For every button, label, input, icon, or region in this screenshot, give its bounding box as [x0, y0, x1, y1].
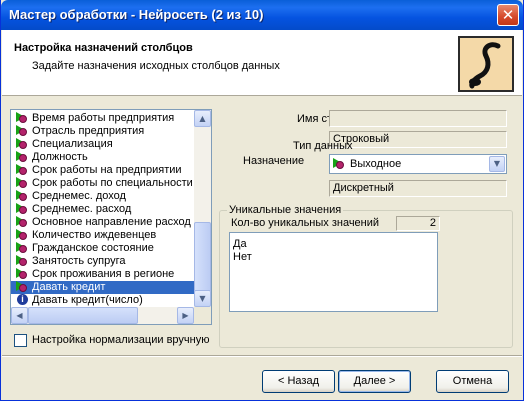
input-icon [16, 164, 30, 176]
chevron-down-icon[interactable]: ▼ [489, 156, 505, 172]
normalization-checkbox[interactable] [14, 334, 27, 347]
header-panel: Настройка назначений столбцов Задайте на… [2, 30, 522, 96]
input-icon [16, 151, 30, 163]
input-icon [16, 242, 30, 254]
input-icon [16, 216, 30, 228]
column-list-item[interactable]: Основное направление расход [11, 216, 197, 229]
column-list-item-label: Среднемес. доход [32, 190, 126, 202]
input-icon [16, 268, 30, 280]
column-list-item[interactable]: Срок работы на предприятии [11, 164, 197, 177]
scroll-up-icon[interactable]: ▲ [194, 110, 211, 127]
scroll-left-icon[interactable]: ◀ [11, 307, 28, 324]
column-list-item-label: Среднемес. расход [32, 203, 132, 215]
step-title: Настройка назначений столбцов [14, 42, 193, 54]
step-subtitle: Задайте назначения исходных столбцов дан… [32, 60, 280, 72]
column-list-item[interactable]: Среднемес. расход [11, 203, 197, 216]
column-list-item-label: Количество иждевенцев [32, 229, 157, 241]
cancel-button[interactable]: Отмена [436, 370, 509, 393]
column-list-item[interactable]: Отрасль предприятия [11, 125, 197, 138]
unique-values-memo[interactable]: Да Нет [229, 232, 438, 312]
columns-listbox[interactable]: Время работы предприятия Отрасль предприя… [10, 109, 212, 325]
column-list-item-label: Давать кредит [32, 281, 106, 293]
column-list-item-label: Специализация [32, 138, 113, 150]
button-separator [2, 355, 522, 357]
script-s-logo-icon [458, 36, 514, 92]
normalization-label[interactable]: Настройка нормализации вручную [32, 334, 213, 346]
column-list-item-label: Занятость супруга [32, 255, 126, 267]
unique-value-item: Да [233, 238, 247, 250]
scroll-down-icon[interactable]: ▼ [194, 290, 211, 307]
column-list-item-label: Срок работы по специальности [32, 177, 193, 189]
column-list-item[interactable]: Срок работы по специальности [11, 177, 197, 190]
column-list-item[interactable]: Давать кредит [11, 281, 197, 294]
column-list-item[interactable]: i Давать кредит(число) [11, 294, 197, 307]
wizard-window: Мастер обработки - Нейросеть (2 из 10) ✕… [0, 0, 524, 401]
unique-values-title: Уникальные значения [227, 204, 344, 216]
output-icon [16, 281, 30, 293]
close-button[interactable]: ✕ [497, 4, 519, 26]
column-name-field [329, 110, 507, 127]
column-list-item[interactable]: Гражданское состояние [11, 242, 197, 255]
input-icon [16, 203, 30, 215]
column-list-item-label: Срок проживания в регионе [32, 268, 175, 280]
next-button[interactable]: Далее > [338, 370, 411, 393]
purpose-label: Назначение [243, 155, 305, 167]
title-bar[interactable]: Мастер обработки - Нейросеть (2 из 10) ✕ [1, 0, 523, 30]
horizontal-scroll-thumb[interactable] [28, 307, 138, 324]
column-list-item[interactable]: Время работы предприятия [11, 112, 197, 125]
column-list-item[interactable]: Должность [11, 151, 197, 164]
vertical-scrollbar[interactable]: ▲ ▼ [194, 110, 211, 307]
script-s-glyph [469, 42, 501, 89]
input-icon [16, 177, 30, 189]
column-list-item[interactable]: Количество иждевенцев [11, 229, 197, 242]
purpose-value: Выходное [350, 158, 402, 170]
unique-count-label: Кол-во уникальных значений [231, 217, 380, 229]
info-icon: i [16, 294, 30, 306]
column-list-item-label: Срок работы на предприятии [32, 164, 182, 176]
columns-list: Время работы предприятия Отрасль предприя… [11, 112, 197, 307]
column-list-item-label: Давать кредит(число) [32, 294, 143, 306]
input-icon [16, 190, 30, 202]
column-list-item[interactable]: Специализация [11, 138, 197, 151]
column-list-item-label: Отрасль предприятия [32, 125, 145, 137]
input-icon [16, 138, 30, 150]
data-type-field: Строковый [329, 131, 507, 148]
scroll-right-icon[interactable]: ▶ [177, 307, 194, 324]
data-type-label: Тип данных [293, 140, 353, 152]
column-list-item[interactable]: Занятость супруга [11, 255, 197, 268]
vertical-scroll-thumb[interactable] [194, 222, 211, 292]
window-title: Мастер обработки - Нейросеть (2 из 10) [9, 7, 264, 22]
column-list-item[interactable]: Срок проживания в регионе [11, 268, 197, 281]
input-icon [16, 112, 30, 124]
column-list-item[interactable]: Среднемес. доход [11, 190, 197, 203]
column-list-item-label: Основное направление расход [32, 216, 191, 228]
kind-field: Дискретный [329, 180, 507, 197]
column-list-item-label: Время работы предприятия [32, 112, 175, 124]
purpose-combobox[interactable]: Выходное ▼ [329, 154, 507, 174]
input-icon [16, 125, 30, 137]
unique-count-field: 2 [396, 216, 440, 231]
scroll-corner [194, 307, 211, 324]
back-button[interactable]: < Назад [262, 370, 335, 393]
input-icon [16, 255, 30, 267]
column-list-item-label: Гражданское состояние [32, 242, 154, 254]
horizontal-scrollbar[interactable]: ◀ ▶ [11, 307, 211, 324]
column-list-item-label: Должность [32, 151, 88, 163]
input-icon [16, 229, 30, 241]
unique-value-item: Нет [233, 251, 252, 263]
